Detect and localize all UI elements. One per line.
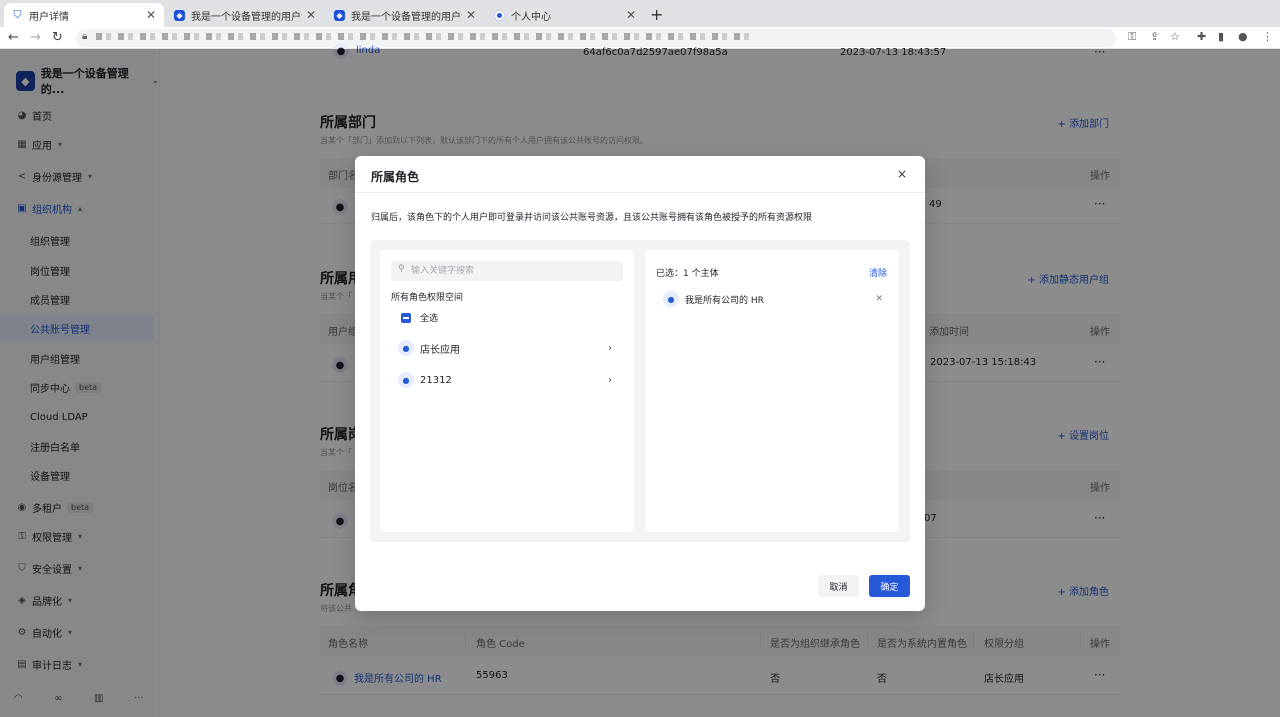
- list-item-app[interactable]: ● 21312 ›: [390, 367, 624, 393]
- extensions-icon[interactable]: ✚: [1197, 30, 1206, 43]
- back-icon[interactable]: ←: [8, 30, 19, 45]
- lock-icon: 🔒︎: [82, 31, 88, 42]
- tab-title: 用户详情: [29, 11, 69, 23]
- chevron-right-icon: ›: [608, 342, 612, 354]
- source-pane: ⚲ 所有角色权限空间 全选 ● 店长应用 › ● 21312 ›: [380, 250, 634, 532]
- forward-icon[interactable]: →: [30, 30, 41, 45]
- redacted-url: [96, 33, 756, 40]
- browser-tab-personal-center[interactable]: 个人中心 ✕: [486, 3, 644, 27]
- clear-button[interactable]: 清除: [869, 266, 887, 279]
- browser-tab-userpool-1[interactable]: ◆ 我是一个设备管理的用户池 ✕: [166, 3, 324, 27]
- address-bar: ← → ↻ 🔒︎ ⚿ ⇪ ☆ ✚ ▮ ● ⋮: [0, 27, 1280, 49]
- role-select-modal: 所属角色 × 归属后，该角色下的个人用户即可登录并访问该公共账号资源，且该公共账…: [355, 156, 925, 611]
- select-all-checkbox[interactable]: 全选: [401, 311, 438, 324]
- search-input[interactable]: [391, 261, 623, 281]
- checkbox-indeterminate-icon: [401, 312, 411, 323]
- side-panel-icon[interactable]: ▮: [1218, 30, 1224, 43]
- browser-tab-userpool-2[interactable]: ◆ 我是一个设备管理的用户池 ✕: [326, 3, 484, 27]
- user-icon: ●: [398, 372, 414, 388]
- app-logo-icon: ◆: [334, 9, 345, 21]
- shield-icon: ⛉: [13, 8, 22, 21]
- share-icon[interactable]: ⇪: [1150, 30, 1159, 43]
- reload-icon[interactable]: ↻: [52, 30, 63, 45]
- new-tab-icon[interactable]: +: [650, 5, 663, 24]
- user-icon: ●: [398, 340, 414, 356]
- list-item-app[interactable]: ● 店长应用 ›: [390, 335, 624, 361]
- selected-pane: 已选：1 个主体 清除 ● 我是所有公司的 HR ✕: [645, 250, 899, 532]
- browser-tab-bar: ⛉ 用户详情 ✕ ◆ 我是一个设备管理的用户池 ✕ ◆ 我是一个设备管理的用户池…: [0, 0, 1280, 27]
- key-icon[interactable]: ⚿: [1128, 30, 1136, 44]
- tab-title: 我是一个设备管理的用户池: [351, 11, 462, 23]
- tab-title: 我是一个设备管理的用户池: [191, 11, 302, 23]
- close-icon[interactable]: ×: [897, 167, 907, 181]
- selected-count: 已选：1 个主体: [656, 269, 719, 279]
- tab-title: 个人中心: [511, 11, 551, 23]
- cancel-button[interactable]: 取消: [818, 575, 859, 597]
- browser-tab-user-detail[interactable]: ⛉ 用户详情 ✕: [4, 3, 164, 27]
- permission-space-label: 所有角色权限空间: [391, 293, 464, 303]
- modal-description: 归属后，该角色下的个人用户即可登录并访问该公共账号资源，且该公共账号拥有该角色被…: [371, 213, 813, 223]
- close-icon[interactable]: ✕: [306, 8, 316, 22]
- confirm-button[interactable]: 确定: [869, 575, 910, 597]
- modal-title: 所属角色: [371, 170, 420, 184]
- close-icon[interactable]: ✕: [626, 8, 636, 22]
- star-icon[interactable]: ☆: [1170, 30, 1180, 43]
- menu-icon[interactable]: ⋮: [1262, 30, 1273, 43]
- chevron-right-icon: ›: [608, 374, 612, 386]
- personal-center-icon: [494, 9, 505, 21]
- divider: [355, 192, 925, 193]
- close-icon[interactable]: ✕: [146, 8, 156, 22]
- remove-icon[interactable]: ✕: [875, 294, 883, 304]
- close-icon[interactable]: ✕: [466, 8, 476, 22]
- selected-item: ● 我是所有公司的 HR ✕: [663, 289, 883, 309]
- transfer-panel: ⚲ 所有角色权限空间 全选 ● 店长应用 › ● 21312 › 已选：1 个主…: [370, 240, 910, 542]
- app-logo-icon: ◆: [174, 9, 185, 21]
- user-icon: ●: [663, 291, 679, 307]
- search-icon: ⚲: [398, 264, 405, 274]
- profile-icon[interactable]: ●: [1238, 30, 1248, 43]
